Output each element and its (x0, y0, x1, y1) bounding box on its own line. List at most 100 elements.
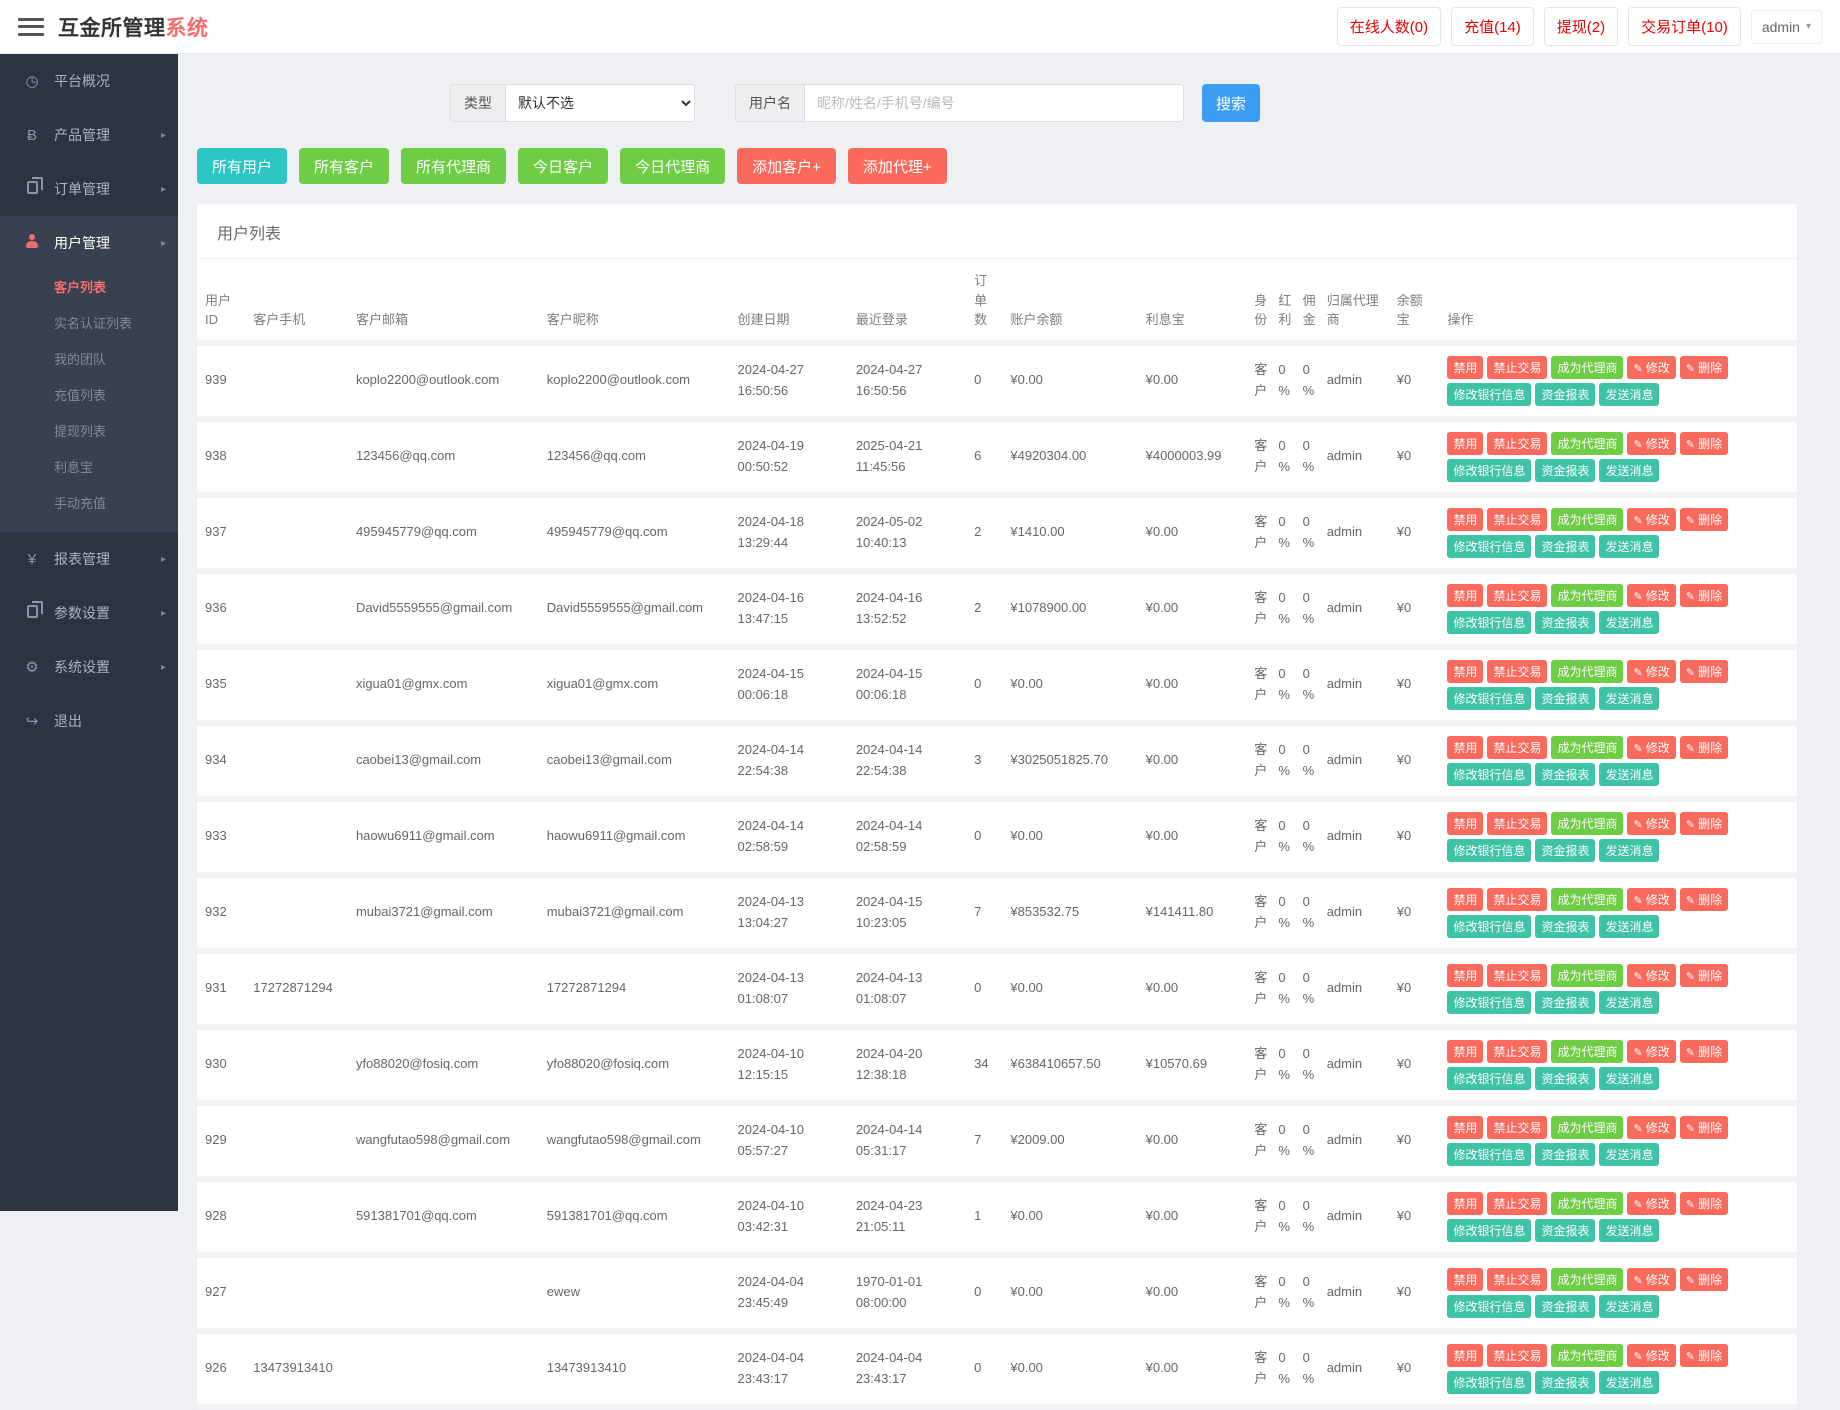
send-message-button[interactable]: 发送消息 (1599, 534, 1660, 558)
sidebar-item-logout[interactable]: ↪ 退出 (0, 694, 178, 748)
ban-trade-button[interactable]: 禁止交易 (1487, 583, 1548, 607)
ban-trade-button[interactable]: 禁止交易 (1487, 735, 1548, 759)
send-message-button[interactable]: 发送消息 (1599, 686, 1660, 710)
delete-button[interactable]: 删除 (1679, 431, 1729, 455)
disable-button[interactable]: 禁用 (1447, 735, 1484, 759)
add-customer-button[interactable]: 添加客户+ (737, 148, 836, 184)
sidebar-item-user-management[interactable]: 用户管理 ▸ (0, 216, 178, 270)
become-agent-button[interactable]: 成为代理商 (1551, 963, 1624, 987)
edit-button[interactable]: 修改 (1627, 1191, 1676, 1215)
send-message-button[interactable]: 发送消息 (1599, 1294, 1660, 1318)
edit-button[interactable]: 修改 (1627, 507, 1676, 531)
sidebar-item-system[interactable]: ⚙ 系统设置 ▸ (0, 640, 178, 694)
become-agent-button[interactable]: 成为代理商 (1551, 1343, 1624, 1367)
edit-button[interactable]: 修改 (1627, 735, 1676, 759)
send-message-button[interactable]: 发送消息 (1599, 914, 1660, 938)
all-agents-button[interactable]: 所有代理商 (401, 148, 507, 184)
search-button[interactable]: 搜索 (1202, 84, 1261, 122)
become-agent-button[interactable]: 成为代理商 (1551, 507, 1624, 531)
edit-bank-button[interactable]: 修改银行信息 (1447, 1218, 1532, 1242)
add-agent-button[interactable]: 添加代理+ (847, 148, 947, 184)
disable-button[interactable]: 禁用 (1447, 583, 1484, 607)
disable-button[interactable]: 禁用 (1447, 659, 1484, 683)
edit-bank-button[interactable]: 修改银行信息 (1447, 838, 1532, 862)
edit-bank-button[interactable]: 修改银行信息 (1447, 534, 1532, 558)
send-message-button[interactable]: 发送消息 (1599, 990, 1660, 1014)
fund-report-button[interactable]: 资金报表 (1535, 914, 1596, 938)
ban-trade-button[interactable]: 禁止交易 (1487, 1039, 1548, 1063)
sidebar-subitem-realname-list[interactable]: 实名认证列表 (0, 306, 178, 342)
delete-button[interactable]: 删除 (1679, 963, 1729, 987)
delete-button[interactable]: 删除 (1679, 735, 1729, 759)
ban-trade-button[interactable]: 禁止交易 (1487, 1343, 1548, 1367)
withdraw-badge[interactable]: 提现(2) (1543, 7, 1619, 46)
edit-bank-button[interactable]: 修改银行信息 (1447, 1370, 1532, 1394)
disable-button[interactable]: 禁用 (1447, 1267, 1484, 1291)
send-message-button[interactable]: 发送消息 (1599, 838, 1660, 862)
disable-button[interactable]: 禁用 (1447, 1343, 1484, 1367)
user-menu[interactable]: admin ▾ (1750, 9, 1822, 44)
fund-report-button[interactable]: 资金报表 (1535, 1370, 1596, 1394)
fund-report-button[interactable]: 资金报表 (1535, 534, 1596, 558)
disable-button[interactable]: 禁用 (1447, 1039, 1484, 1063)
become-agent-button[interactable]: 成为代理商 (1551, 355, 1624, 379)
send-message-button[interactable]: 发送消息 (1599, 1218, 1660, 1242)
disable-button[interactable]: 禁用 (1447, 887, 1484, 911)
delete-button[interactable]: 删除 (1679, 659, 1729, 683)
delete-button[interactable]: 删除 (1679, 887, 1729, 911)
sidebar-item-params[interactable]: 参数设置 ▸ (0, 586, 178, 640)
disable-button[interactable]: 禁用 (1447, 431, 1484, 455)
edit-bank-button[interactable]: 修改银行信息 (1447, 762, 1532, 786)
sidebar-subitem-withdraw-list[interactable]: 提现列表 (0, 414, 178, 450)
today-agents-button[interactable]: 今日代理商 (620, 148, 726, 184)
edit-button[interactable]: 修改 (1627, 811, 1676, 835)
send-message-button[interactable]: 发送消息 (1599, 610, 1660, 634)
online-count-badge[interactable]: 在线人数(0) (1336, 7, 1442, 46)
delete-button[interactable]: 删除 (1679, 355, 1729, 379)
ban-trade-button[interactable]: 禁止交易 (1487, 507, 1548, 531)
sidebar-subitem-customer-list[interactable]: 客户列表 (0, 270, 178, 306)
delete-button[interactable]: 删除 (1679, 1267, 1729, 1291)
ban-trade-button[interactable]: 禁止交易 (1487, 1267, 1548, 1291)
send-message-button[interactable]: 发送消息 (1599, 1142, 1660, 1166)
delete-button[interactable]: 删除 (1679, 1039, 1729, 1063)
disable-button[interactable]: 禁用 (1447, 355, 1484, 379)
recharge-badge[interactable]: 充值(14) (1451, 7, 1534, 46)
edit-bank-button[interactable]: 修改银行信息 (1447, 458, 1532, 482)
sidebar-subitem-interest[interactable]: 利息宝 (0, 450, 178, 486)
ban-trade-button[interactable]: 禁止交易 (1487, 811, 1548, 835)
become-agent-button[interactable]: 成为代理商 (1551, 1191, 1624, 1215)
fund-report-button[interactable]: 资金报表 (1535, 838, 1596, 862)
edit-button[interactable]: 修改 (1627, 963, 1676, 987)
menu-toggle-icon[interactable] (18, 17, 44, 36)
ban-trade-button[interactable]: 禁止交易 (1487, 431, 1548, 455)
sidebar-subitem-recharge-list[interactable]: 充值列表 (0, 378, 178, 414)
delete-button[interactable]: 删除 (1679, 507, 1729, 531)
sidebar-item-product[interactable]: Ƀ 产品管理 ▸ (0, 108, 178, 162)
sidebar-item-report[interactable]: ¥ 报表管理 ▸ (0, 532, 178, 586)
delete-button[interactable]: 删除 (1679, 1343, 1729, 1367)
send-message-button[interactable]: 发送消息 (1599, 762, 1660, 786)
today-customers-button[interactable]: 今日客户 (518, 148, 609, 184)
edit-button[interactable]: 修改 (1627, 1039, 1676, 1063)
ban-trade-button[interactable]: 禁止交易 (1487, 963, 1548, 987)
edit-bank-button[interactable]: 修改银行信息 (1447, 1066, 1532, 1090)
ban-trade-button[interactable]: 禁止交易 (1487, 355, 1548, 379)
fund-report-button[interactable]: 资金报表 (1535, 458, 1596, 482)
fund-report-button[interactable]: 资金报表 (1535, 990, 1596, 1014)
become-agent-button[interactable]: 成为代理商 (1551, 431, 1624, 455)
edit-bank-button[interactable]: 修改银行信息 (1447, 914, 1532, 938)
all-customers-button[interactable]: 所有客户 (299, 148, 390, 184)
become-agent-button[interactable]: 成为代理商 (1551, 583, 1624, 607)
sidebar-subitem-my-team[interactable]: 我的团队 (0, 342, 178, 378)
delete-button[interactable]: 删除 (1679, 1191, 1729, 1215)
disable-button[interactable]: 禁用 (1447, 507, 1484, 531)
fund-report-button[interactable]: 资金报表 (1535, 762, 1596, 786)
edit-button[interactable]: 修改 (1627, 1267, 1676, 1291)
fund-report-button[interactable]: 资金报表 (1535, 382, 1596, 406)
username-input[interactable] (804, 84, 1184, 122)
disable-button[interactable]: 禁用 (1447, 1115, 1484, 1139)
edit-bank-button[interactable]: 修改银行信息 (1447, 382, 1532, 406)
disable-button[interactable]: 禁用 (1447, 1191, 1484, 1215)
become-agent-button[interactable]: 成为代理商 (1551, 1115, 1624, 1139)
